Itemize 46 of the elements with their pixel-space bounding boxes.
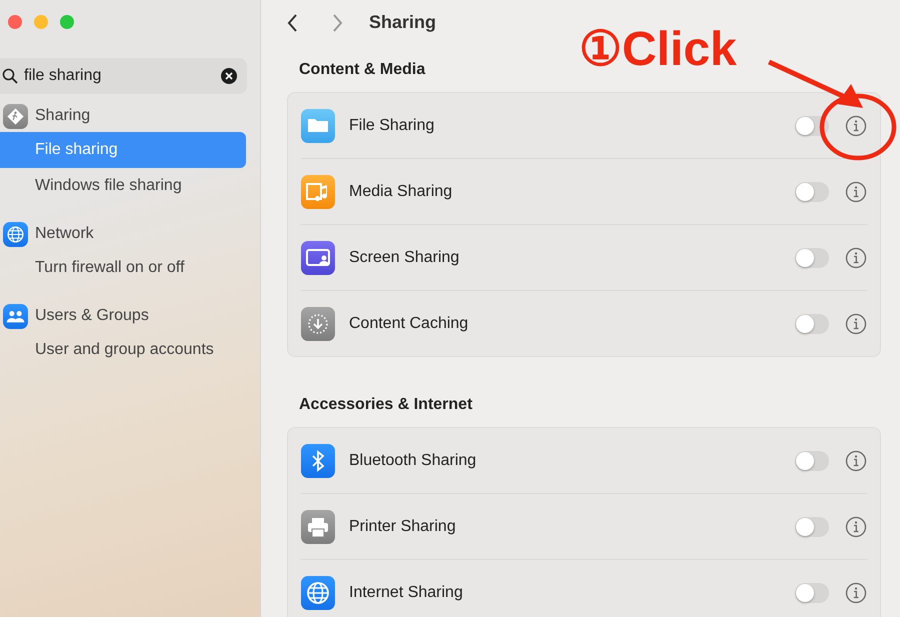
search-icon [2, 68, 18, 84]
setting-label: File Sharing [349, 116, 436, 134]
section-heading: Accessories & Internet [299, 396, 474, 414]
info-button[interactable] [845, 312, 867, 334]
setting-label: Screen Sharing [349, 248, 460, 266]
media-icon [301, 174, 335, 208]
screen-icon [301, 240, 335, 274]
info-button[interactable] [845, 180, 867, 202]
sidebar-category[interactable]: Sharing [0, 100, 260, 132]
setting-label: Printer Sharing [349, 518, 457, 536]
setting-label: Content Caching [349, 314, 470, 332]
window-close-button[interactable] [8, 15, 22, 29]
section-heading: Content & Media [299, 61, 426, 79]
setting-label: Internet Sharing [349, 584, 464, 602]
sidebar-category[interactable]: Users & Groups [0, 300, 260, 332]
toggle-switch[interactable] [795, 516, 829, 536]
forward-button[interactable] [331, 12, 343, 32]
sidebar-category[interactable]: Network [0, 218, 260, 250]
info-button[interactable] [845, 582, 867, 604]
globe-icon [301, 576, 335, 610]
back-button[interactable] [287, 12, 299, 32]
toggle-switch[interactable] [795, 582, 829, 602]
printer-icon [301, 510, 335, 544]
page-title: Sharing [369, 12, 436, 33]
toggle-switch[interactable] [795, 182, 829, 202]
sidebar-item[interactable]: Turn firewall on or off [0, 250, 246, 286]
info-button[interactable] [845, 450, 867, 472]
toggle-switch[interactable] [795, 248, 829, 268]
users-icon [3, 304, 28, 328]
info-button[interactable] [845, 114, 867, 136]
search-field[interactable]: file sharing [0, 58, 247, 94]
bluetooth-icon [301, 444, 335, 478]
sharing-icon [3, 104, 28, 128]
download-icon [301, 306, 335, 340]
info-button[interactable] [845, 516, 867, 538]
toggle-switch[interactable] [795, 450, 829, 470]
sidebar-item[interactable]: Windows file sharing [0, 168, 246, 204]
globe-icon [3, 222, 28, 246]
folder-icon [301, 108, 335, 142]
toggle-switch[interactable] [795, 314, 829, 334]
setting-label: Bluetooth Sharing [349, 452, 478, 470]
setting-label: Media Sharing [349, 182, 454, 200]
annotation-label: ①Click [579, 26, 737, 74]
clear-search-button[interactable] [221, 68, 237, 84]
info-button[interactable] [845, 246, 867, 268]
sidebar-item[interactable]: User and group accounts [0, 332, 246, 368]
